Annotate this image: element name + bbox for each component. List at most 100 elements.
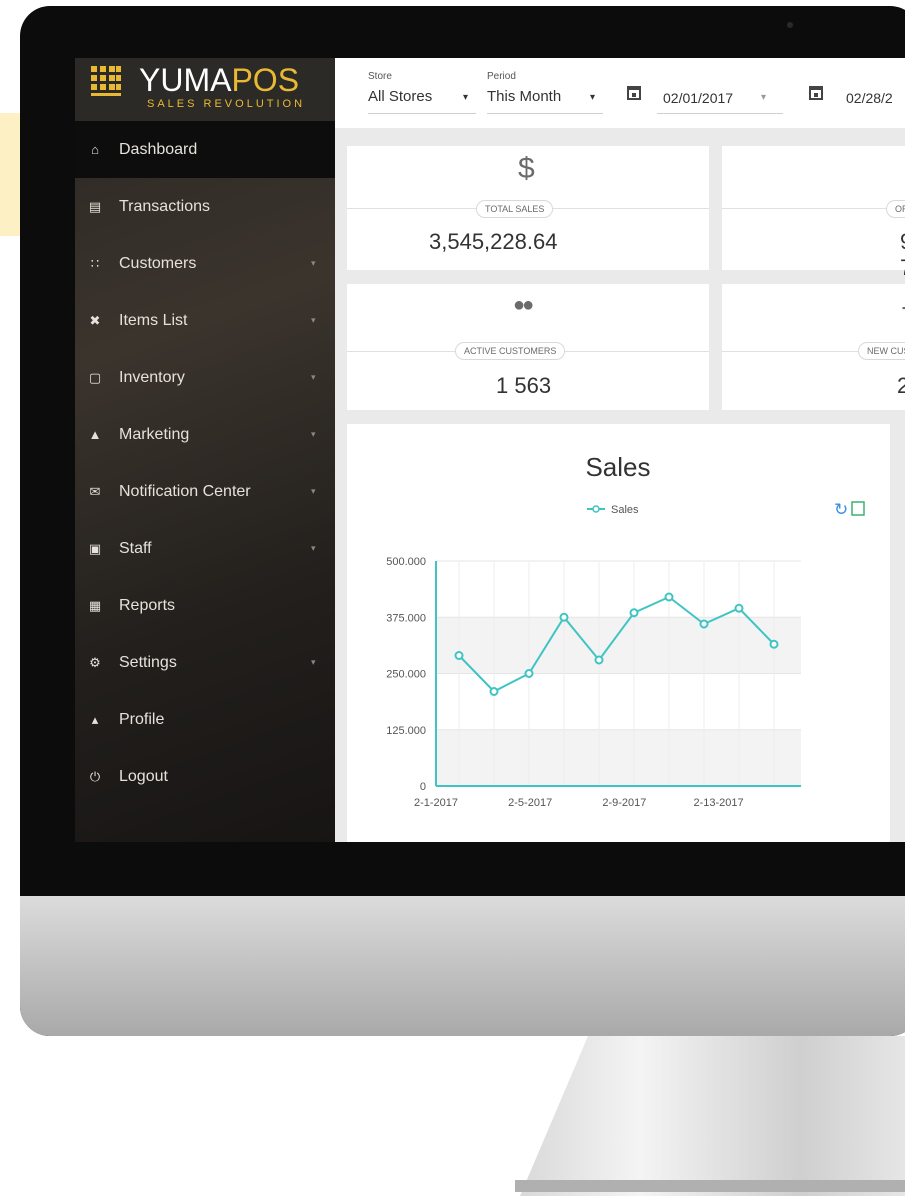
data-point	[699, 619, 709, 629]
data-point	[664, 592, 674, 602]
sidebar-item-label: Notification Center	[119, 482, 251, 500]
sidebar-item-label: Staff	[119, 539, 152, 557]
envelope-icon: ✉	[89, 483, 101, 499]
legend-label: Sales	[611, 504, 639, 516]
data-point	[559, 612, 569, 622]
sidebar-item-staff[interactable]: ▣ Staff ▾	[75, 520, 335, 577]
id-card-icon: ▣	[88, 540, 102, 556]
total-sales-card: $ TOTAL SALES 3,545,228.64	[347, 146, 709, 270]
calendar-icon[interactable]	[809, 86, 823, 100]
home-icon: ⌂	[91, 142, 99, 157]
active-customers-card: ●● ACTIVE CUSTOMERS 1 563	[347, 284, 709, 410]
monitor-chin	[20, 896, 905, 1036]
total-sales-value: 3,545,228.64	[429, 229, 558, 254]
sidebar-item-label: Transactions	[119, 197, 210, 215]
sidebar-item-label: Marketing	[119, 425, 190, 443]
brand-logo[interactable]: YUMAPOS SALES REVOLUTION	[75, 58, 335, 121]
sidebar-item-label: Reports	[119, 596, 176, 614]
card-divider	[722, 208, 905, 209]
date-from-caret-icon[interactable]: ▾	[761, 92, 766, 103]
monitor-stand	[520, 1036, 905, 1196]
data-point	[524, 669, 534, 678]
store-select[interactable]: All Stores	[368, 88, 432, 105]
chevron-down-icon[interactable]: ▾	[311, 372, 316, 383]
active-customers-value: 1 563	[496, 373, 552, 398]
date-to-input[interactable]: 02/28/2	[846, 90, 893, 106]
data-point	[769, 639, 779, 649]
data-point	[454, 651, 464, 660]
chevron-down-icon[interactable]: ▾	[311, 315, 316, 326]
chevron-down-icon[interactable]: ▾	[311, 486, 316, 497]
camera	[787, 22, 793, 28]
orders-label: ORD	[886, 200, 905, 218]
calendar-icon[interactable]	[627, 86, 641, 100]
chevron-down-icon[interactable]: ▾	[311, 258, 316, 269]
store-caret-icon[interactable]: ▾	[463, 92, 468, 103]
x-tick-label: 2-1-2017	[414, 797, 458, 809]
gear-icon: ⚙	[89, 654, 101, 670]
y-tick-label: 375.000	[386, 612, 426, 624]
period-caret-icon[interactable]: ▾	[590, 92, 595, 103]
chevron-down-icon[interactable]: ▾	[311, 543, 316, 554]
chevron-down-icon[interactable]: ▾	[311, 657, 316, 668]
data-point	[594, 655, 604, 665]
dollar-icon: $	[518, 152, 535, 185]
chevron-down-icon[interactable]: ▾	[311, 429, 316, 440]
sidebar-item-label: Logout	[119, 767, 168, 785]
x-tick-label: 2-5-2017	[508, 797, 552, 809]
user-icon: ▴	[91, 711, 99, 727]
legend-marker	[592, 505, 600, 513]
y-tick-label: 125.000	[386, 725, 426, 737]
sidebar-item-marketing[interactable]: ▲ Marketing ▾	[75, 406, 335, 463]
sidebar-item-label: Customers	[119, 254, 197, 272]
app-screen: YUMAPOS SALES REVOLUTION ⌂ Dashboard ▤ Tran…	[75, 58, 905, 842]
sidebar-item-items-list[interactable]: ✖ Items List ▾	[75, 292, 335, 349]
basket-icon: ▲	[88, 427, 102, 442]
sales-chart: Sales Sales ↻ 0 125.000 250.000 375.000 500.000…	[386, 452, 865, 809]
sidebar-item-transactions[interactable]: ▤ Transactions	[75, 178, 335, 235]
period-underline	[487, 113, 603, 114]
sidebar-item-customers[interactable]: ∷ Customers ▾	[75, 235, 335, 292]
clipboard-icon: ▤	[88, 198, 102, 214]
sidebar-item-logout[interactable]: ⏻ Logout	[75, 748, 335, 805]
chart-title: Sales	[585, 452, 650, 482]
users-icon: ∷	[90, 255, 100, 271]
sidebar-item-dashboard[interactable]: ⌂ Dashboard	[75, 121, 335, 178]
sidebar-item-profile[interactable]: ▴ Profile	[75, 691, 335, 748]
brand-tagline: SALES REVOLUTION	[147, 98, 306, 110]
sidebar-item-label: Profile	[119, 710, 165, 728]
filter-bar: Store All Stores ▾ Period This Month ▾ 0…	[335, 58, 905, 128]
brand-name-prefix: YUMA	[139, 62, 232, 98]
date-from-underline	[657, 113, 783, 114]
users-icon: ●●	[513, 294, 534, 316]
copy-icon: ▢	[88, 369, 102, 385]
total-sales-label: TOTAL SALES	[476, 200, 554, 218]
report-icon: ▦	[88, 597, 102, 613]
save-icon[interactable]	[851, 501, 865, 516]
sidebar-item-inventory[interactable]: ▢ Inventory ▾	[75, 349, 335, 406]
x-tick-label: 2-9-2017	[602, 797, 646, 809]
store-underline	[368, 113, 476, 114]
power-icon: ⏻	[89, 768, 101, 784]
sidebar-item-reports[interactable]: ▦ Reports	[75, 577, 335, 634]
data-point	[629, 608, 639, 618]
monitor-stand-base	[515, 1180, 905, 1192]
sidebar-item-notification-center[interactable]: ✉ Notification Center ▾	[75, 463, 335, 520]
period-select[interactable]: This Month	[487, 88, 561, 105]
orders-value: 9 7	[900, 229, 905, 281]
y-tick-label: 0	[420, 781, 426, 793]
brand-name-suffix: POS	[231, 62, 300, 98]
plot-band	[436, 617, 801, 674]
sales-chart-card: Sales Sales ↻ 0 125.000 250.000 375.000 500.000…	[347, 424, 890, 842]
new-customers-value: 28	[897, 373, 905, 398]
sidebar-item-label: Items List	[119, 311, 188, 329]
add-user-icon: +	[901, 292, 905, 326]
y-tick-label: 500.000	[386, 556, 426, 568]
sidebar-item-label: Inventory	[119, 368, 185, 386]
date-from-input[interactable]: 02/01/2017	[663, 90, 733, 106]
refresh-icon[interactable]: ↻	[834, 500, 848, 520]
plot-band	[436, 729, 801, 786]
brand-name: YUMAPOS	[139, 62, 299, 99]
sidebar-item-settings[interactable]: ⚙ Settings ▾	[75, 634, 335, 691]
sidebar-item-label: Settings	[119, 653, 177, 671]
